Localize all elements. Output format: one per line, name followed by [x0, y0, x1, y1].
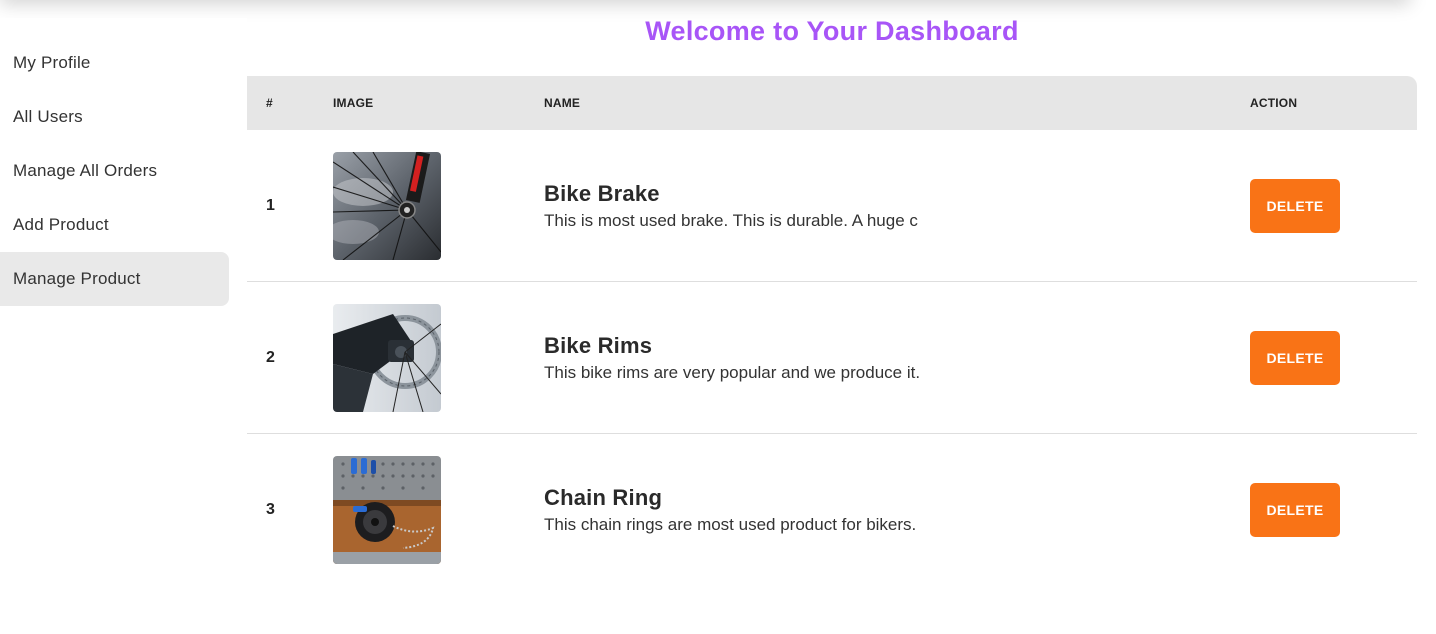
sidebar-item-add-product[interactable]: Add Product	[0, 198, 229, 252]
product-description: This bike rims are very popular and we p…	[544, 362, 921, 382]
chain-ring-photo	[333, 456, 441, 564]
products-table: # IMAGE NAME ACTION 1 Bike Brake This is…	[247, 76, 1417, 586]
row-image-cell	[333, 151, 544, 260]
sidebar: My Profile All Users Manage All Orders A…	[0, 18, 247, 634]
sidebar-list: My Profile All Users Manage All Orders A…	[0, 18, 247, 306]
product-description: This chain rings are most used product f…	[544, 515, 917, 534]
row-action-cell: DELETE	[1250, 483, 1417, 537]
delete-button[interactable]: DELETE	[1250, 330, 1340, 385]
dashboard-page: My Profile All Users Manage All Orders A…	[0, 0, 1436, 634]
table-row: 3 Chain Ring This chain rings are most u…	[247, 434, 1417, 586]
sidebar-item-manage-product[interactable]: Manage Product	[0, 252, 229, 306]
row-number: 1	[266, 196, 275, 214]
table-row: 2 Bike Rims This bike rims are very popu…	[247, 282, 1417, 434]
sidebar-item-my-profile[interactable]: My Profile	[0, 36, 229, 90]
table-header: # IMAGE NAME ACTION	[247, 76, 1417, 130]
header-name: NAME	[544, 96, 581, 110]
main-content: Welcome to Your Dashboard # IMAGE NAME A…	[247, 0, 1417, 634]
delete-button[interactable]: DELETE	[1250, 178, 1340, 233]
sidebar-item-manage-all-orders[interactable]: Manage All Orders	[0, 144, 229, 198]
row-name-cell: Bike Brake This is most used brake. This…	[544, 181, 1250, 231]
page-title: Welcome to Your Dashboard	[645, 16, 1019, 46]
product-name: Chain Ring	[544, 485, 663, 510]
product-description: This is most used brake. This is durable…	[544, 210, 918, 230]
delete-button[interactable]: DELETE	[1250, 483, 1340, 537]
row-name-cell: Bike Rims This bike rims are very popula…	[544, 333, 1250, 383]
table-row: 1 Bike Brake This is most used brake. Th…	[247, 130, 1417, 282]
header-num: #	[266, 96, 273, 110]
row-number: 2	[266, 348, 275, 366]
bike-rims-photo	[333, 303, 441, 412]
row-image-cell	[333, 456, 544, 564]
row-name-cell: Chain Ring This chain rings are most use…	[544, 485, 1250, 535]
product-name: Bike Brake	[544, 180, 660, 206]
row-action-cell: DELETE	[1250, 178, 1417, 233]
header-action: ACTION	[1250, 96, 1298, 110]
bike-brake-photo	[333, 151, 441, 260]
row-number: 3	[266, 501, 275, 518]
row-image-cell	[333, 303, 544, 412]
sidebar-item-all-users[interactable]: All Users	[0, 90, 229, 144]
row-action-cell: DELETE	[1250, 330, 1417, 385]
header-image: IMAGE	[333, 96, 374, 110]
product-name: Bike Rims	[544, 332, 653, 358]
